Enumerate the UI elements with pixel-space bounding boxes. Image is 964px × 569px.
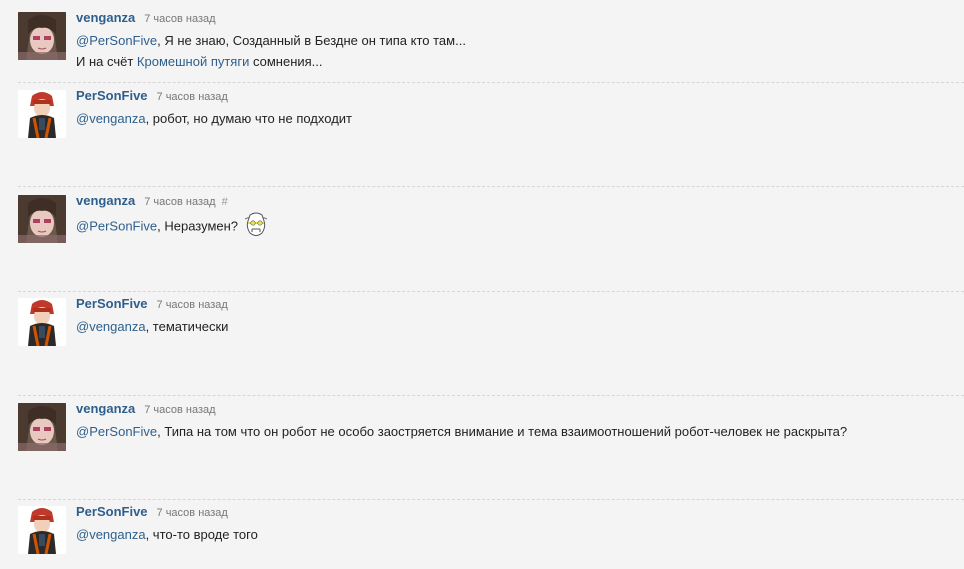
comment-body: , робот, но думаю что не подходит: [145, 111, 352, 126]
venganza-avatar[interactable]: [18, 12, 66, 60]
comment-author[interactable]: PerSonFive: [76, 504, 148, 519]
personfive-avatar[interactable]: [18, 90, 66, 138]
venganza-avatar[interactable]: [18, 195, 66, 243]
mention-link[interactable]: @PerSonFive: [76, 424, 157, 439]
comment-author[interactable]: PerSonFive: [76, 296, 148, 311]
mention-link[interactable]: @PerSonFive: [76, 218, 157, 233]
mention-link[interactable]: @venganza: [76, 319, 146, 334]
comment-body: , Типа на том что он робот не особо заос…: [157, 424, 848, 439]
mention-link[interactable]: @venganza: [76, 527, 146, 542]
comment-text: @PerSonFive, Неразумен?: [76, 211, 270, 241]
comment-author[interactable]: PerSonFive: [76, 88, 148, 103]
personfive-avatar[interactable]: [18, 298, 66, 346]
comment-author[interactable]: venganza: [76, 193, 135, 208]
venganza-avatar[interactable]: [18, 403, 66, 451]
comment-time: 7 часов назад: [156, 507, 228, 519]
mention-link[interactable]: @venganza: [76, 111, 146, 126]
permalink-hash[interactable]: #: [222, 196, 228, 208]
comment-divider: [18, 186, 964, 187]
comment-time: 7 часов назад: [144, 404, 216, 416]
comment-author[interactable]: venganza: [76, 401, 135, 416]
comment-time: 7 часов назад: [144, 196, 216, 208]
mention-link[interactable]: @PerSonFive: [76, 33, 157, 48]
comment-divider: [18, 499, 964, 500]
title-link[interactable]: Кромешной путяги: [137, 54, 249, 69]
comment-text: @venganza, тематически: [76, 316, 228, 337]
comment-divider: [18, 395, 964, 396]
robot-face-emoji: [242, 211, 270, 239]
comment-body: , Я не знаю, Созданный в Бездне он типа …: [157, 33, 466, 48]
personfive-avatar[interactable]: [18, 506, 66, 554]
comment-divider: [18, 82, 964, 83]
comment-text: @PerSonFive, Я не знаю, Созданный в Безд…: [76, 30, 466, 72]
comment-divider: [18, 291, 964, 292]
comment-text: @venganza, что-то вроде того: [76, 524, 258, 545]
comment-time: 7 часов назад: [156, 91, 228, 103]
comment-body: , тематически: [145, 319, 229, 334]
comment-body: , Неразумен?: [157, 218, 239, 234]
comment-text: @venganza, робот, но думаю что не подход…: [76, 108, 352, 129]
comment-text: @PerSonFive, Типа на том что он робот не…: [76, 421, 847, 442]
comment-body: , что-то вроде того: [145, 527, 258, 542]
comment-time: 7 часов назад: [156, 299, 228, 311]
comment-body: сомнения...: [249, 54, 323, 69]
comment-author[interactable]: venganza: [76, 10, 135, 25]
comment-body: И на счёт: [76, 54, 137, 69]
comment-time: 7 часов назад: [144, 13, 216, 25]
